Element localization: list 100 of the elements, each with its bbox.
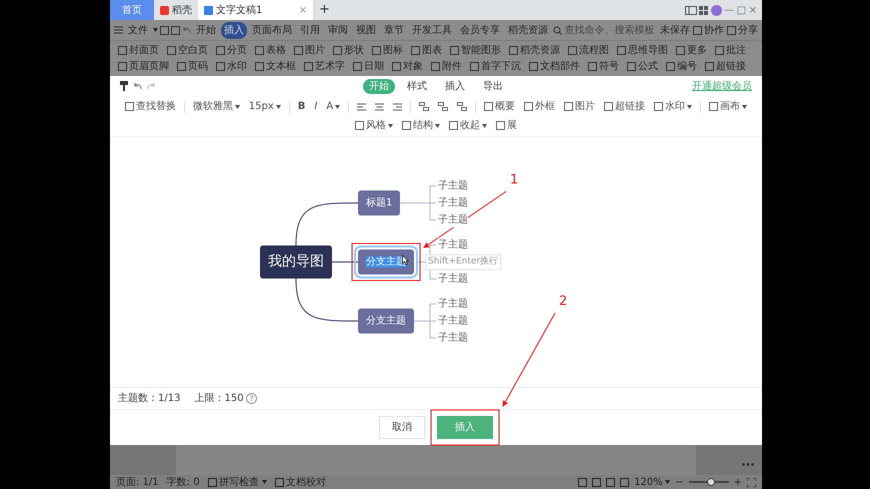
ribbon-item[interactable]: 页码 <box>175 59 210 74</box>
ribbon-item[interactable]: 水印 <box>214 59 249 74</box>
ribbon-item[interactable]: 图表 <box>409 43 444 58</box>
insert-button[interactable]: 插入 <box>437 416 493 439</box>
proofread-button[interactable]: 文档校对 <box>274 474 326 489</box>
toolbar-button[interactable]: 图片 <box>561 98 598 115</box>
close-button[interactable]: × <box>298 2 307 18</box>
toolbar-button[interactable]: 展 <box>493 117 520 134</box>
ribbon-item[interactable]: 编号 <box>664 59 699 74</box>
ribbon-item[interactable]: 形状 <box>331 43 366 58</box>
tab[interactable]: 文字文稿1 × <box>198 0 313 20</box>
toolbar-button[interactable]: 概要 <box>481 98 518 115</box>
tab[interactable]: 插入 <box>439 78 471 94</box>
menu-tab[interactable]: 页面布局 <box>249 22 295 38</box>
italic-button[interactable]: I <box>311 98 320 115</box>
toolbar-button[interactable]: 超链接 <box>601 98 648 115</box>
ribbon-item[interactable]: 更多 <box>674 43 709 58</box>
spell-check-button[interactable]: 拼写检查 <box>208 474 267 489</box>
ribbon-item[interactable]: 空白页 <box>165 43 210 58</box>
dropdown-button[interactable]: 15px <box>246 98 284 115</box>
dropdown-label: 微软雅黑 <box>192 100 233 114</box>
ribbon-item[interactable]: 附件 <box>429 59 464 74</box>
toolbar-button[interactable]: 水印 <box>651 98 696 115</box>
square-icon <box>524 102 534 111</box>
window-control[interactable]: — <box>724 2 734 18</box>
ribbon-label: 流程图 <box>579 44 609 58</box>
window-control[interactable]: × <box>748 2 757 18</box>
search-field[interactable]: 查找命令、搜索模板 <box>564 22 654 38</box>
zoom-button[interactable]: 120% <box>634 474 670 489</box>
ribbon-item[interactable]: 思维导图 <box>615 43 670 58</box>
toolbar-button[interactable]: 画布 <box>706 98 750 115</box>
font-color-button[interactable]: A <box>323 98 344 115</box>
slider-thumb[interactable] <box>706 478 715 486</box>
menu-tab[interactable]: 开始 <box>193 22 219 38</box>
window-control[interactable]: □ <box>736 2 746 18</box>
cancel-button[interactable]: 取消 <box>379 416 425 439</box>
toolbar-button[interactable]: 查找替换 <box>122 98 179 115</box>
menu-action[interactable]: 协作 <box>704 22 724 38</box>
ribbon-item[interactable]: 文本框 <box>253 59 298 74</box>
root-node[interactable]: 我的导图 <box>260 246 332 278</box>
member-link[interactable]: 开通超级会员 <box>692 78 752 94</box>
docer-icon <box>160 6 169 14</box>
ribbon-item[interactable]: 流程图 <box>566 43 611 58</box>
menu-tab[interactable]: 稻壳资源 <box>505 22 551 38</box>
ribbon-item[interactable]: 图片 <box>292 43 327 58</box>
ribbon-item[interactable]: 稻壳资源 <box>507 43 562 58</box>
branch-node[interactable]: 标题1 <box>358 190 400 216</box>
zoom-out-button[interactable]: − <box>675 474 684 489</box>
ribbon-item[interactable]: 对象 <box>390 59 425 74</box>
branch-node[interactable]: 分支主题 <box>358 308 414 334</box>
annotation-number: 1 <box>510 172 518 188</box>
ribbon-item[interactable]: 封面页 <box>116 43 161 58</box>
menu-tab[interactable]: 会员专享 <box>457 22 503 38</box>
caret-icon <box>435 124 440 128</box>
help-icon[interactable]: ? <box>246 393 258 404</box>
ribbon-item[interactable]: 图标 <box>370 43 405 58</box>
menu-action[interactable]: 未保存 <box>660 22 690 38</box>
square-icon <box>274 478 284 486</box>
toolbar-button[interactable]: 收起 <box>446 117 490 134</box>
menu-tab[interactable]: 开发工具 <box>409 22 455 38</box>
ribbon-item[interactable]: 文档部件 <box>527 59 582 74</box>
tab[interactable]: 稻壳 <box>154 0 198 20</box>
menu-tab[interactable]: 视图 <box>353 22 379 38</box>
toolbar-button[interactable]: 外框 <box>521 98 558 115</box>
ribbon-item[interactable]: 公式 <box>625 59 660 74</box>
square-icon <box>160 26 169 34</box>
tab-label: 首页 <box>122 4 142 18</box>
zoom-in-button[interactable]: + <box>734 474 742 489</box>
ribbon-item[interactable]: 表格 <box>253 43 288 58</box>
ribbon-item[interactable]: 页眉页脚 <box>116 59 171 74</box>
menu-tab[interactable]: 审阅 <box>325 22 351 38</box>
menu-tab[interactable]: 章节 <box>381 22 407 38</box>
ribbon-item[interactable]: 日期 <box>351 59 386 74</box>
square-icon <box>171 26 180 34</box>
square-icon <box>620 478 630 486</box>
ribbon-item[interactable]: 批注 <box>713 43 748 58</box>
new-tab-button[interactable]: + <box>313 0 336 20</box>
tab[interactable]: 导出 <box>477 78 509 94</box>
ribbon-item[interactable]: 超链接 <box>703 59 748 74</box>
ribbon-item[interactable]: 首字下沉 <box>468 59 523 74</box>
ribbon-item[interactable]: 智能图形 <box>448 43 503 58</box>
ribbon-item[interactable]: 艺术字 <box>302 59 347 74</box>
subtopic-node[interactable]: 子主题 <box>438 212 468 228</box>
menu-tab[interactable]: 引用 <box>297 22 323 38</box>
menu-action[interactable]: 分享 <box>738 22 758 38</box>
square-icon <box>355 121 364 130</box>
square-icon <box>402 121 411 130</box>
ribbon-item[interactable]: 分页 <box>214 43 249 58</box>
ribbon-label: 智能图形 <box>461 44 501 58</box>
ribbon-item[interactable]: 符号 <box>586 59 621 74</box>
file-menu[interactable]: 文件 <box>125 22 151 38</box>
bold-button[interactable]: B <box>294 98 308 115</box>
undo-icon <box>182 26 191 34</box>
toolbar-button[interactable]: 风格 <box>352 117 396 134</box>
menu-tab[interactable]: 插入 <box>221 22 247 38</box>
dropdown-button[interactable]: 微软雅黑 <box>190 98 243 115</box>
tab[interactable]: 首页 <box>110 0 154 20</box>
tab[interactable]: 样式 <box>401 78 433 94</box>
toolbar-button[interactable]: 结构 <box>399 117 443 134</box>
tab[interactable]: 开始 <box>363 78 395 94</box>
